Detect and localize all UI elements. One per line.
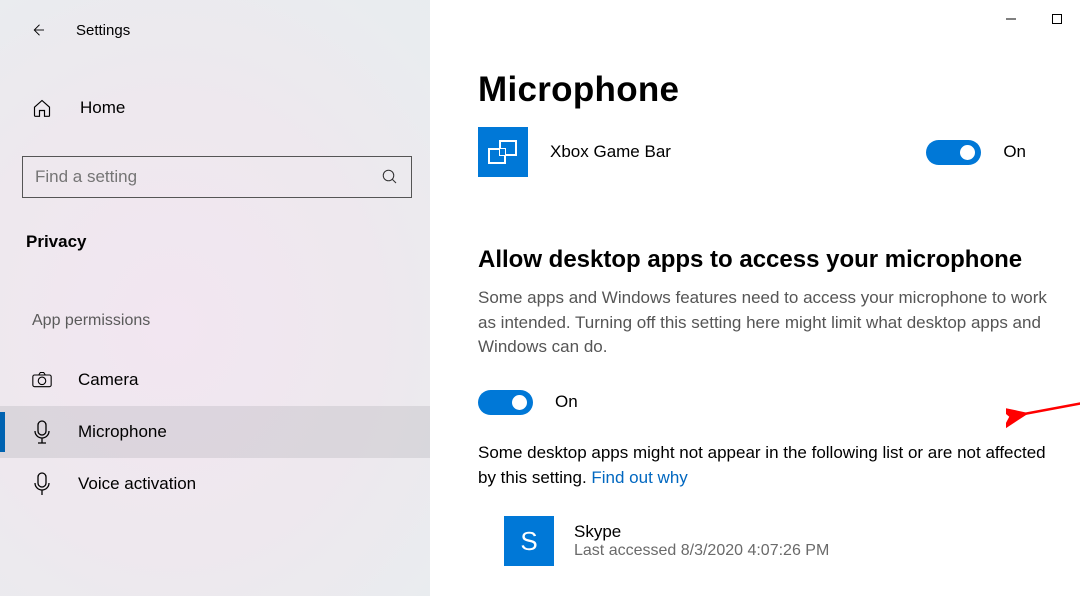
arrow-left-icon (29, 21, 47, 39)
sidebar-item-label: Camera (78, 370, 138, 390)
search-icon (380, 167, 400, 187)
desktop-app-row-skype: S Skype Last accessed 8/3/2020 4:07:26 P… (478, 516, 1060, 566)
microphone-icon (32, 422, 52, 442)
xbox-game-bar-icon (486, 135, 520, 169)
home-icon (32, 98, 52, 118)
camera-icon (32, 370, 52, 390)
voice-icon (32, 474, 52, 494)
sidebar: Settings Home Privacy App permissions Ca… (0, 0, 430, 596)
toggle-state-label: On (555, 392, 578, 412)
sidebar-category-label: Privacy (0, 232, 430, 252)
sidebar-item-home[interactable]: Home (0, 88, 430, 128)
toggle-allow-desktop-apps[interactable] (478, 390, 533, 415)
sidebar-section-caption: App permissions (0, 312, 430, 330)
maximize-icon (1051, 13, 1063, 25)
search-input[interactable] (22, 156, 412, 198)
desktop-app-name: Skype (574, 522, 829, 542)
sidebar-item-microphone[interactable]: Microphone (0, 406, 430, 458)
back-button[interactable] (28, 20, 48, 40)
app-row-xbox-game-bar: Xbox Game Bar On (478, 124, 1060, 180)
note-text: Some desktop apps might not appear in th… (478, 443, 1046, 487)
desktop-app-last-accessed: Last accessed 8/3/2020 4:07:26 PM (574, 542, 829, 560)
toggle-xbox-game-bar[interactable] (926, 140, 981, 165)
sidebar-item-label: Microphone (78, 422, 167, 442)
maximize-button[interactable] (1034, 4, 1080, 34)
minimize-icon (1005, 13, 1017, 25)
window-controls (988, 4, 1080, 34)
section-note: Some desktop apps might not appear in th… (478, 441, 1058, 490)
page-title: Microphone (478, 70, 1060, 110)
sidebar-item-camera[interactable]: Camera (0, 354, 430, 406)
minimize-button[interactable] (988, 4, 1034, 34)
find-out-why-link[interactable]: Find out why (591, 468, 687, 487)
xbox-game-bar-tile (478, 127, 528, 177)
skype-tile: S (504, 516, 554, 566)
toggle-row-desktop-apps: On (478, 390, 1060, 415)
app-title: Settings (76, 22, 130, 39)
toggle-state-label: On (1003, 142, 1026, 162)
home-label: Home (80, 98, 125, 118)
sidebar-item-voice-activation[interactable]: Voice activation (0, 458, 430, 510)
search-row (22, 156, 412, 198)
toggle-knob (960, 145, 975, 160)
titlebar: Settings (0, 8, 430, 48)
desktop-app-meta: Skype Last accessed 8/3/2020 4:07:26 PM (574, 522, 829, 560)
section-heading: Allow desktop apps to access your microp… (478, 246, 1060, 274)
section-description: Some apps and Windows features need to a… (478, 286, 1058, 360)
toggle-knob (512, 395, 527, 410)
app-label: Xbox Game Bar (550, 142, 671, 162)
skype-icon: S (520, 526, 537, 557)
main-panel: Microphone Xbox Game Bar On Allow deskto… (430, 0, 1080, 596)
sidebar-item-label: Voice activation (78, 474, 196, 494)
